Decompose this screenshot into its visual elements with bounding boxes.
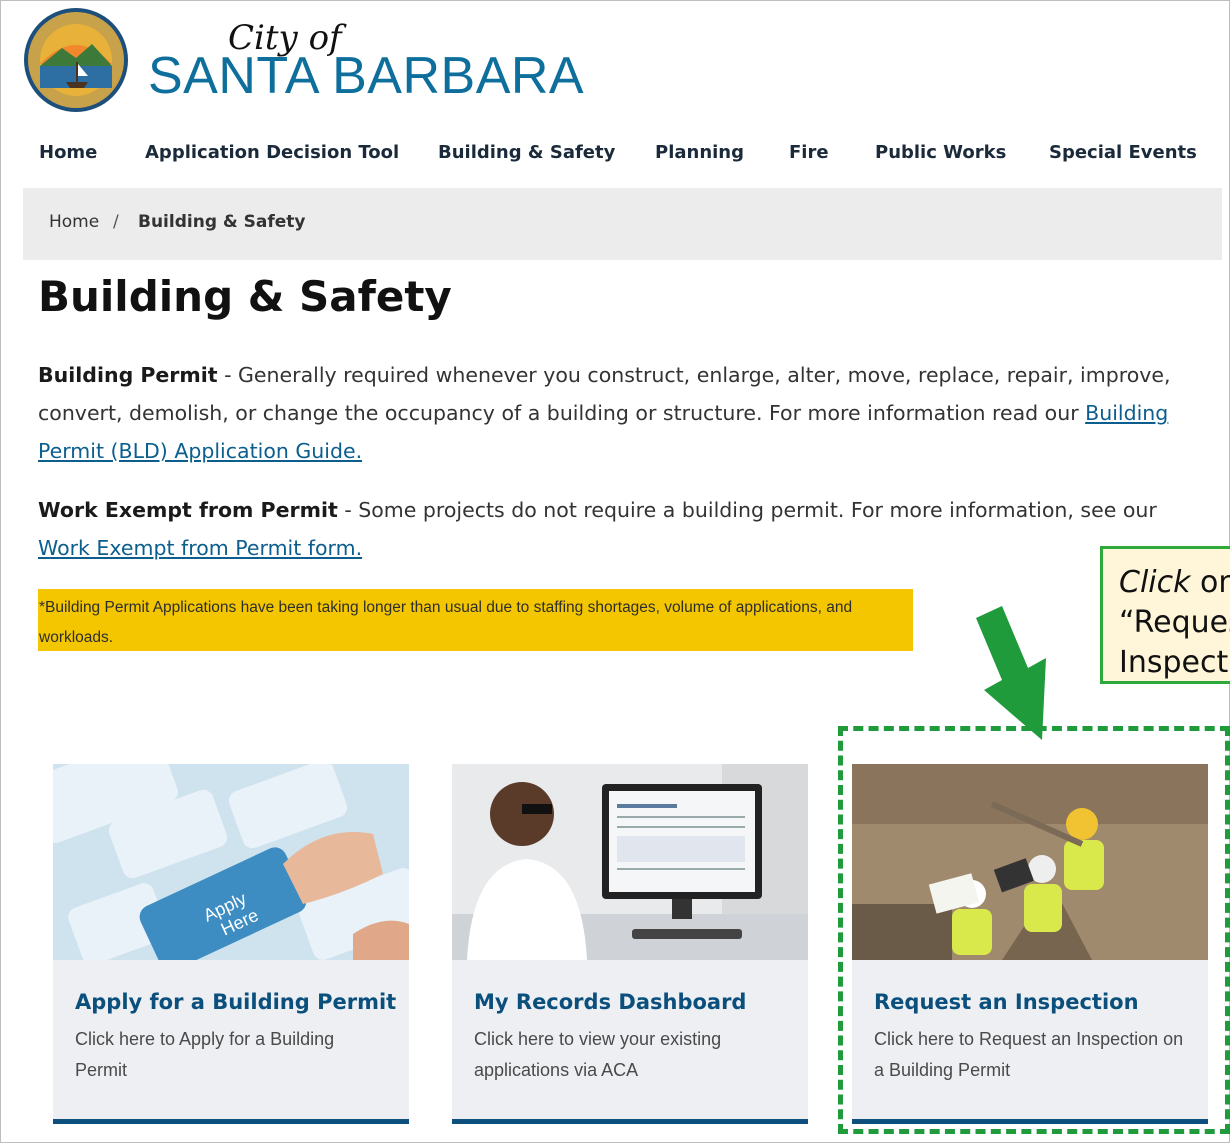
card-my-records-dashboard[interactable]: My Records Dashboard Click here to view … <box>452 764 808 1124</box>
construction-workers-image <box>852 764 1208 960</box>
delay-notice-text: *Building Permit Applications have been … <box>39 599 853 646</box>
breadcrumb-current: Building & Safety <box>138 212 306 232</box>
card-records-description: Click here to view your existing applica… <box>474 1029 722 1080</box>
nav-item-home[interactable]: Home <box>39 142 97 163</box>
work-exempt-text: - Some projects do not require a buildin… <box>337 498 1157 522</box>
person-computer-image <box>452 764 808 960</box>
nav-item-special-events[interactable]: Special Events <box>1049 142 1197 163</box>
logo-name-text[interactable]: SANTA BARBARA <box>148 50 584 102</box>
building-permit-label: Building Permit <box>38 363 218 387</box>
keyboard-apply-image: Apply Here <box>53 764 409 960</box>
card-request-inspection[interactable]: Request an Inspection Click here to Requ… <box>852 764 1208 1124</box>
card-records-title[interactable]: My Records Dashboard <box>474 990 746 1014</box>
card-inspection-description: Click here to Request an Inspection on a… <box>874 1029 1184 1080</box>
work-exempt-form-link[interactable]: Work Exempt from Permit form. <box>38 536 362 560</box>
main-nav: Home Application Decision Tool Building … <box>0 142 1230 168</box>
work-exempt-paragraph: Work Exempt from Permit - Some projects … <box>38 491 1198 567</box>
nav-item-building-safety[interactable]: Building & Safety <box>438 142 615 163</box>
callout-click-word: Click <box>1119 565 1191 600</box>
nav-item-planning[interactable]: Planning <box>655 142 744 163</box>
nav-item-public-works[interactable]: Public Works <box>875 142 1006 163</box>
breadcrumb-home-link[interactable]: Home <box>49 212 99 232</box>
delay-notice: *Building Permit Applications have been … <box>38 589 913 651</box>
page-title: Building & Safety <box>38 272 452 321</box>
callout-text: Click on “Request an Inspection” <box>1119 563 1230 681</box>
card-apply-description: Click here to Apply for a Building Permi… <box>75 1029 335 1080</box>
building-permit-paragraph: Building Permit - Generally required whe… <box>38 356 1198 470</box>
breadcrumb: Home / Building & Safety <box>23 188 1222 260</box>
nav-item-fire[interactable]: Fire <box>789 142 829 163</box>
card-apply-building-permit[interactable]: Apply Here Apply for a Building Permit C… <box>53 764 409 1124</box>
city-seal-logo[interactable] <box>22 6 130 114</box>
instruction-callout: Click on “Request an Inspection” <box>1100 546 1230 684</box>
nav-item-application-decision-tool[interactable]: Application Decision Tool <box>145 142 399 163</box>
work-exempt-label: Work Exempt from Permit <box>38 498 338 522</box>
card-apply-title[interactable]: Apply for a Building Permit <box>75 990 396 1014</box>
breadcrumb-separator: / <box>113 212 119 232</box>
card-inspection-title[interactable]: Request an Inspection <box>874 990 1139 1014</box>
